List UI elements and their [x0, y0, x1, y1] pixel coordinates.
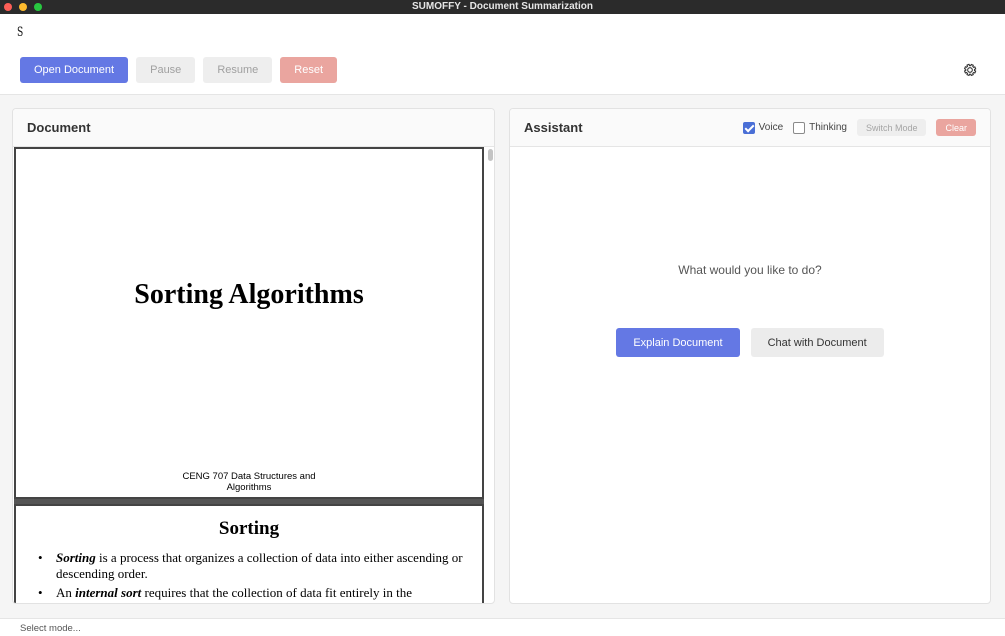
status-bar: Select mode... [0, 618, 1005, 636]
document-panel: Document Sorting Algorithms CENG 707 Dat… [12, 108, 495, 604]
document-page: Sorting Algorithms CENG 707 Data Structu… [14, 147, 484, 499]
slide-title: Sorting [218, 518, 280, 539]
document-panel-title: Document [27, 120, 91, 135]
voice-checkbox[interactable] [742, 121, 755, 134]
mode-choices: Explain Document Chat with Document [510, 328, 990, 357]
bullet-term: Sorting [56, 550, 96, 565]
bullet-text: requires that the collection of data fit… [141, 585, 412, 600]
toolbar: Open Document Pause Resume Reset [20, 57, 338, 83]
app-logo: S [17, 25, 24, 40]
open-document-button[interactable]: Open Document [20, 57, 129, 83]
document-viewer[interactable]: Sorting Algorithms CENG 707 Data Structu… [14, 147, 485, 603]
slide-subtitle: CENG 707 Data Structures and Algorithms [16, 471, 482, 493]
assistant-panel-header: Assistant Voice Thinking Switch Mode Cle… [510, 109, 990, 147]
document-scrollbar[interactable] [487, 147, 494, 603]
switch-mode-button[interactable]: Switch Mode [856, 119, 927, 136]
assistant-panel-title: Assistant [524, 120, 583, 135]
slide-bullet-list: Sorting is a process that organizes a co… [38, 550, 466, 601]
window-titlebar: SUMOFFY - Document Summarization [0, 0, 1005, 14]
window-title: SUMOFFY - Document Summarization [412, 1, 593, 12]
document-panel-header: Document [13, 109, 494, 147]
bullet-text: is a process that organizes a collection… [56, 550, 463, 581]
document-page: Sorting Sorting is a process that organi… [14, 504, 484, 603]
slide-subtitle-line: CENG 707 Data Structures and [182, 471, 316, 482]
gear-icon[interactable] [962, 62, 978, 78]
assistant-controls: Voice Thinking Switch Mode Clear [742, 119, 976, 136]
reset-button[interactable]: Reset [280, 57, 338, 83]
scrollbar-thumb[interactable] [488, 149, 493, 161]
bullet-term: internal sort [75, 585, 142, 600]
status-text: Select mode... [20, 623, 81, 634]
slide-subtitle-line: Algorithms [226, 482, 272, 493]
thinking-checkbox[interactable] [793, 121, 806, 134]
slide-bullet: An internal sort requires that the colle… [38, 585, 466, 601]
clear-button[interactable]: Clear [936, 119, 976, 136]
assistant-panel: Assistant Voice Thinking Switch Mode Cle… [509, 108, 991, 604]
thinking-toggle[interactable]: Thinking [793, 121, 847, 134]
pause-button[interactable]: Pause [136, 57, 196, 83]
mode-prompt: What would you like to do? [678, 263, 822, 277]
slide-bullet: Sorting is a process that organizes a co… [38, 550, 466, 582]
resume-button[interactable]: Resume [203, 57, 273, 83]
voice-toggle[interactable]: Voice [742, 121, 784, 134]
thinking-label: Thinking [809, 122, 847, 133]
chat-with-document-button[interactable]: Chat with Document [750, 328, 884, 357]
slide-title: Sorting Algorithms [134, 279, 364, 310]
voice-label: Voice [758, 122, 784, 133]
bullet-text: An [56, 585, 76, 600]
explain-document-button[interactable]: Explain Document [616, 328, 740, 357]
